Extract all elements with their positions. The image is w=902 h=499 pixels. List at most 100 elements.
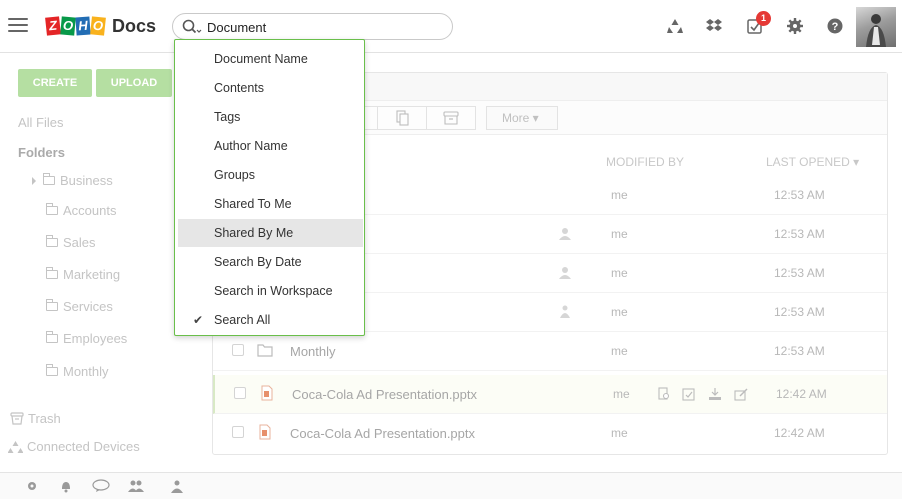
search-input[interactable] bbox=[207, 17, 437, 37]
copy-icon bbox=[396, 110, 409, 126]
trash-label: Trash bbox=[28, 411, 61, 426]
calendar-check-icon[interactable] bbox=[682, 387, 696, 401]
sidebar-folder-business[interactable]: Business bbox=[32, 173, 113, 188]
row-last-opened: 12:42 AM bbox=[774, 426, 825, 440]
dropdown-item-search-by-date[interactable]: Search By Date bbox=[178, 248, 363, 276]
bell-icon[interactable] bbox=[59, 479, 73, 493]
folder-label: Marketing bbox=[63, 267, 121, 282]
sidebar-folder-accounts[interactable]: Accounts bbox=[46, 203, 116, 218]
connected-devices-icon bbox=[8, 440, 23, 453]
sidebar-item-all-files[interactable]: All Files bbox=[18, 115, 64, 130]
sidebar-item-connected-devices[interactable]: Connected Devices bbox=[8, 439, 140, 454]
column-header-modified-by[interactable]: MODIFIED BY bbox=[606, 155, 684, 169]
download-icon[interactable] bbox=[708, 387, 722, 401]
toolbar-button[interactable] bbox=[363, 106, 378, 130]
logo-letter-h: H bbox=[75, 16, 91, 36]
menu-icon[interactable] bbox=[8, 18, 28, 32]
folder-label: Employees bbox=[63, 331, 128, 346]
pptx-file-icon bbox=[259, 424, 271, 440]
folder-icon bbox=[46, 331, 58, 343]
settings-icon[interactable] bbox=[25, 479, 39, 493]
shared-group-icon bbox=[560, 305, 570, 318]
dropdown-item-search-in-workspace[interactable]: Search in Workspace bbox=[178, 277, 363, 305]
logo-letter-o: O bbox=[60, 16, 76, 36]
row-last-opened: 12:53 AM bbox=[774, 227, 825, 241]
recycle-icon[interactable] bbox=[666, 17, 684, 35]
dropdown-item-search-all[interactable]: ✔ Search All bbox=[178, 306, 363, 334]
folder-label: Services bbox=[63, 299, 113, 314]
archive-icon bbox=[443, 111, 459, 125]
sidebar-folder-monthly[interactable]: Monthly bbox=[46, 364, 109, 379]
row-checkbox[interactable] bbox=[234, 387, 246, 399]
dropbox-icon[interactable] bbox=[705, 17, 723, 35]
edit-icon[interactable] bbox=[734, 387, 748, 401]
row-last-opened: 12:53 AM bbox=[774, 344, 825, 358]
expand-arrow-icon[interactable] bbox=[32, 176, 36, 185]
gear-icon[interactable] bbox=[786, 17, 804, 35]
row-name[interactable]: Monthly bbox=[290, 344, 336, 359]
sidebar-folder-marketing[interactable]: Marketing bbox=[46, 267, 120, 282]
search-icon[interactable] bbox=[182, 19, 202, 35]
trash-icon bbox=[10, 412, 24, 425]
folder-icon bbox=[43, 173, 55, 185]
folder-label: Accounts bbox=[63, 203, 117, 218]
shared-folder-icon bbox=[46, 203, 58, 215]
row-modified-by: me bbox=[611, 266, 628, 280]
sidebar-folder-sales[interactable]: Sales bbox=[46, 235, 96, 250]
sidebar-heading-folders[interactable]: Folders bbox=[18, 145, 65, 160]
dropdown-item-document-name[interactable]: Document Name bbox=[178, 45, 363, 73]
column-header-last-opened[interactable]: LAST OPENED ▾ bbox=[766, 155, 859, 169]
folder-label: Sales bbox=[63, 235, 96, 250]
row-modified-by: me bbox=[611, 344, 628, 358]
row-last-opened: 12:53 AM bbox=[774, 266, 825, 280]
dropdown-item-shared-to-me[interactable]: Shared To Me bbox=[178, 190, 363, 218]
create-button[interactable]: CREATE bbox=[18, 69, 92, 97]
row-modified-by: me bbox=[613, 387, 630, 401]
user-icon[interactable] bbox=[170, 479, 184, 493]
sidebar-item-trash[interactable]: Trash bbox=[10, 411, 61, 426]
table-row[interactable]: Monthly me 12:53 AM bbox=[213, 332, 887, 371]
zoho-docs-logo[interactable]: Z O H O Docs bbox=[45, 15, 157, 37]
dropdown-item-contents[interactable]: Contents bbox=[178, 74, 363, 102]
open-file-icon[interactable] bbox=[657, 387, 671, 401]
contacts-icon[interactable] bbox=[128, 479, 144, 493]
toolbar-archive-button[interactable] bbox=[426, 106, 476, 130]
svg-text:?: ? bbox=[832, 21, 839, 33]
table-row[interactable]: Coca-Cola Ad Presentation.pptx me 12:42 … bbox=[213, 375, 887, 414]
dropdown-item-label: Search All bbox=[214, 313, 271, 327]
row-modified-by: me bbox=[611, 305, 628, 319]
checkmark-icon: ✔ bbox=[193, 313, 204, 327]
row-name[interactable]: Coca-Cola Ad Presentation.pptx bbox=[290, 426, 475, 441]
dropdown-item-author-name[interactable]: Author Name bbox=[178, 132, 363, 160]
shared-user-icon bbox=[559, 267, 571, 279]
bottom-bar bbox=[0, 472, 902, 499]
more-button[interactable]: More ▾ bbox=[486, 106, 558, 130]
logo-letter-o2: O bbox=[90, 16, 106, 36]
user-avatar[interactable] bbox=[856, 7, 896, 47]
row-checkbox[interactable] bbox=[232, 426, 244, 438]
shared-folder-icon bbox=[46, 235, 58, 247]
upload-button[interactable]: UPLOAD bbox=[96, 69, 172, 97]
row-last-opened: 12:42 AM bbox=[776, 387, 827, 401]
folder-label: Business bbox=[60, 173, 113, 188]
folder-label: Monthly bbox=[63, 364, 109, 379]
chat-icon[interactable] bbox=[92, 479, 110, 493]
sidebar-folder-employees[interactable]: Employees bbox=[46, 331, 127, 346]
connected-devices-label: Connected Devices bbox=[27, 439, 140, 454]
search-box[interactable] bbox=[172, 13, 453, 40]
notification-badge: 1 bbox=[756, 11, 771, 26]
app-name: Docs bbox=[112, 15, 157, 36]
row-name[interactable]: Coca-Cola Ad Presentation.pptx bbox=[292, 387, 477, 402]
logo-letter-z: Z bbox=[45, 16, 61, 36]
table-row[interactable]: Coca-Cola Ad Presentation.pptx me 12:42 … bbox=[213, 414, 887, 453]
pptx-file-icon bbox=[261, 385, 273, 401]
help-icon[interactable]: ? bbox=[826, 17, 844, 35]
row-modified-by: me bbox=[611, 227, 628, 241]
shared-folder-icon bbox=[46, 267, 58, 279]
dropdown-item-groups[interactable]: Groups bbox=[178, 161, 363, 189]
row-checkbox[interactable] bbox=[232, 344, 244, 356]
dropdown-item-shared-by-me[interactable]: Shared By Me bbox=[178, 219, 363, 247]
dropdown-item-tags[interactable]: Tags bbox=[178, 103, 363, 131]
toolbar-copy-button[interactable] bbox=[377, 106, 427, 130]
sidebar-folder-services[interactable]: Services bbox=[46, 299, 113, 314]
